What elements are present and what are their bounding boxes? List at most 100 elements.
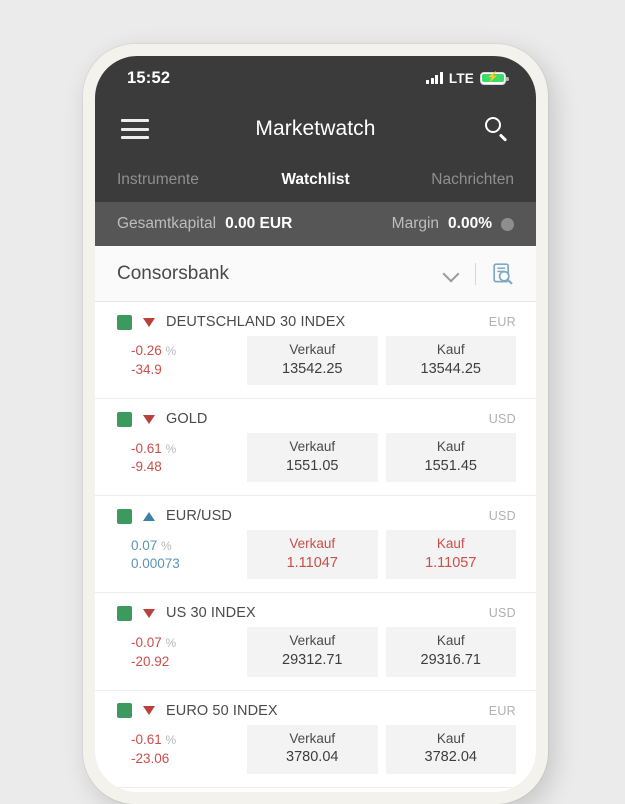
market-status-icon <box>117 703 132 718</box>
instrument-change: 0.07 % 0.00073 <box>117 530 247 579</box>
tab-nachrichten[interactable]: Nachrichten <box>382 171 514 189</box>
instrument-row-body: -0.26 % -34.9 Verkauf 13542.25 Kauf 13544.25 <box>117 336 516 386</box>
change-absolute: -23.06 <box>131 750 170 766</box>
status-bar-network: LTE <box>448 70 474 86</box>
tab-watchlist[interactable]: Watchlist <box>249 171 381 189</box>
buy-price: 1.11057 <box>425 554 477 571</box>
sell-label: Verkauf <box>289 439 336 455</box>
instrument-change: -0.61 % -23.06 <box>117 725 247 774</box>
hamburger-menu-icon[interactable] <box>121 119 149 139</box>
instrument-row-header: DEUTSCHLAND 30 INDEX EUR <box>117 314 516 330</box>
instrument-change: -0.26 % -34.9 <box>117 336 247 385</box>
document-search-icon[interactable] <box>490 261 516 287</box>
sell-label: Verkauf <box>289 633 336 649</box>
buy-label: Kauf <box>436 342 465 357</box>
instrument-name: DEUTSCHLAND 30 INDEX <box>166 314 346 330</box>
buy-price-button[interactable]: Kauf 1.11057 <box>385 530 516 580</box>
change-absolute: -9.48 <box>131 459 162 475</box>
direction-down-icon <box>143 608 155 618</box>
app-bar: Marketwatch <box>95 100 536 158</box>
sell-price: 29312.71 <box>282 651 343 668</box>
sell-price: 3780.04 <box>286 749 339 766</box>
buy-price-button[interactable]: Kauf 13544.25 <box>385 336 516 386</box>
buy-price: 3782.04 <box>424 749 477 766</box>
market-status-icon <box>117 605 132 621</box>
instrument-row[interactable]: EURO 50 INDEX EUR -0.61 % -23.06 Verkauf 3780… <box>95 691 536 788</box>
divider <box>475 262 476 285</box>
buy-price-button[interactable]: Kauf 29316.71 <box>385 627 516 677</box>
sell-price-button[interactable]: Verkauf 29312.71 <box>247 627 378 677</box>
instrument-currency: USD <box>488 412 516 427</box>
margin-label: Margin <box>391 215 440 232</box>
tab-bar: Instrumente Watchlist Nachrichten <box>95 158 536 202</box>
page-title: Marketwatch <box>255 117 376 140</box>
instrument-name: EURO 50 INDEX <box>166 702 278 719</box>
instrument-change: -0.07 % -20.92 <box>117 627 247 676</box>
status-bar: 15:52 LTE ⚡ <box>95 56 536 100</box>
instrument-row[interactable]: DEUTSCHLAND 30 INDEX EUR -0.26 % -34.9 Verka… <box>95 302 536 400</box>
sell-price-button[interactable]: Verkauf 3780.04 <box>247 724 378 774</box>
instrument-row[interactable]: US 30 INDEX USD -0.07 % -20.92 Verkauf 29312.… <box>95 593 536 691</box>
market-status-icon <box>117 508 132 524</box>
change-percent: -0.61 % <box>131 440 177 456</box>
margin-status-indicator <box>501 217 514 231</box>
direction-down-icon <box>143 706 155 715</box>
sell-price-button[interactable]: Verkauf 1551.05 <box>247 433 378 483</box>
broker-selector[interactable]: Consorsbank <box>95 246 536 302</box>
instrument-currency: USD <box>488 606 516 621</box>
battery-charging-icon: ⚡ <box>480 71 509 85</box>
direction-down-icon <box>143 317 155 327</box>
change-percent: 0.07 % <box>131 537 172 553</box>
sell-price-button[interactable]: Verkauf 1.11047 <box>247 530 378 580</box>
direction-down-icon <box>143 414 155 424</box>
buy-label: Kauf <box>436 439 465 455</box>
search-icon[interactable] <box>484 116 510 142</box>
signal-bars-icon <box>426 72 443 84</box>
sell-label: Verkauf <box>289 730 336 746</box>
change-percent: -0.07 % <box>131 634 177 650</box>
instrument-row-body: -0.07 % -20.92 Verkauf 29312.71 Kauf 29316.71 <box>117 627 516 677</box>
instrument-row-header: US 30 INDEX USD <box>117 605 516 621</box>
buy-price: 1551.45 <box>424 457 477 474</box>
instrument-name: US 30 INDEX <box>166 605 256 622</box>
sell-price-button[interactable]: Verkauf 13542.25 <box>247 336 378 386</box>
instrument-currency: EUR <box>488 703 516 718</box>
total-capital-label: Gesamtkapital <box>117 215 217 232</box>
sell-price: 1.11047 <box>286 554 338 571</box>
buy-label: Kauf <box>436 633 465 649</box>
buy-price-button[interactable]: Kauf 3782.04 <box>385 724 516 774</box>
status-bar-indicators: LTE ⚡ <box>426 70 509 86</box>
instrument-name: EUR/USD <box>166 508 232 525</box>
tab-instrumente[interactable]: Instrumente <box>117 171 249 189</box>
chevron-down-icon[interactable] <box>444 266 459 281</box>
buy-label: Kauf <box>436 730 465 746</box>
instrument-name: GOLD <box>166 411 208 428</box>
account-summary-bar: Gesamtkapital 0.00 EUR Margin 0.00% <box>95 202 536 246</box>
buy-price: 13544.25 <box>420 360 481 377</box>
instrument-row-header: GOLD USD <box>117 411 516 427</box>
change-absolute: 0.00073 <box>131 556 180 572</box>
instrument-row-body: -0.61 % -23.06 Verkauf 3780.04 Kauf 3782.04 <box>117 724 516 774</box>
broker-name: Consorsbank <box>117 262 229 284</box>
phone-screen: 15:52 LTE ⚡ Marketwatch Instrumente Watc… <box>95 56 536 792</box>
instrument-list: DEUTSCHLAND 30 INDEX EUR -0.26 % -34.9 Verka… <box>95 302 536 788</box>
instrument-row[interactable]: EUR/USD USD 0.07 % 0.00073 Verkauf 1.11047 Kau… <box>95 496 536 594</box>
instrument-row-body: -0.61 % -9.48 Verkauf 1551.05 Kauf 1551.45 <box>117 433 516 483</box>
instrument-row[interactable]: GOLD USD -0.61 % -9.48 Verkauf 1551.05 Kauf 155… <box>95 399 536 497</box>
status-bar-time: 15:52 <box>127 68 171 87</box>
market-status-icon <box>117 314 132 330</box>
sell-label: Verkauf <box>289 536 336 552</box>
direction-up-icon <box>143 511 155 521</box>
change-absolute: -34.9 <box>131 362 162 378</box>
buy-label: Kauf <box>436 536 465 552</box>
instrument-currency: USD <box>488 509 516 524</box>
instrument-change: -0.61 % -9.48 <box>117 433 247 482</box>
buy-price-button[interactable]: Kauf 1551.45 <box>385 433 516 483</box>
buy-price: 29316.71 <box>420 651 481 668</box>
instrument-currency: EUR <box>488 315 516 329</box>
sell-price: 1551.05 <box>286 457 339 474</box>
sell-label: Verkauf <box>289 342 336 357</box>
market-status-icon <box>117 411 132 427</box>
sell-price: 13542.25 <box>282 360 343 377</box>
change-absolute: -20.92 <box>131 653 170 669</box>
